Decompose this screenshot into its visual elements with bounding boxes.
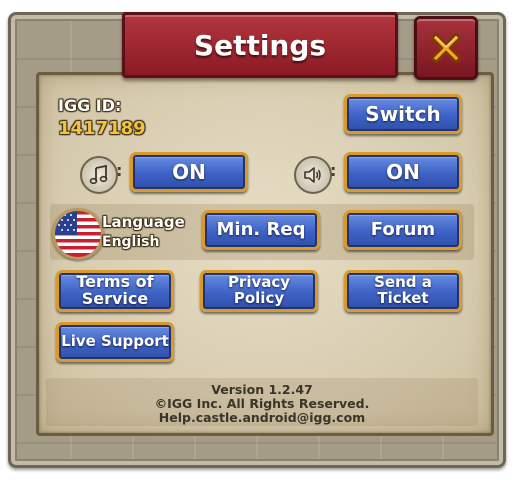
language-flag[interactable] [52,208,104,260]
speaker-icon [294,156,332,194]
title-banner: Settings [122,12,398,78]
igg-id-value: 1417189 [58,118,146,139]
min-req-button[interactable]: Min. Req [202,210,320,250]
terms-of-service-button[interactable]: Terms of Service [56,270,174,312]
close-icon [430,32,462,64]
version-text: Version 1.2.47 [211,382,313,397]
send-ticket-button[interactable]: Send a Ticket [344,270,462,312]
language-value[interactable]: English [102,234,159,250]
sound-separator: : [330,161,337,180]
language-label: Language [102,213,185,231]
music-toggle-button[interactable]: ON [130,152,248,192]
close-button[interactable] [414,16,478,80]
music-note-icon [80,156,118,194]
privacy-policy-button[interactable]: Privacy Policy [200,270,318,312]
copyright-text: ©IGG Inc. All Rights Reserved. [154,396,370,411]
music-separator: : [116,161,123,180]
us-flag-icon [55,211,101,257]
switch-account-button[interactable]: Switch [344,94,462,134]
forum-button[interactable]: Forum [344,210,462,250]
igg-id-label: IGG ID: [58,96,122,115]
support-email[interactable]: Help.castle.android@igg.com [46,411,478,425]
sound-toggle-button[interactable]: ON [344,152,462,192]
live-support-button[interactable]: Live Support [56,322,174,362]
page-title: Settings [193,28,327,62]
